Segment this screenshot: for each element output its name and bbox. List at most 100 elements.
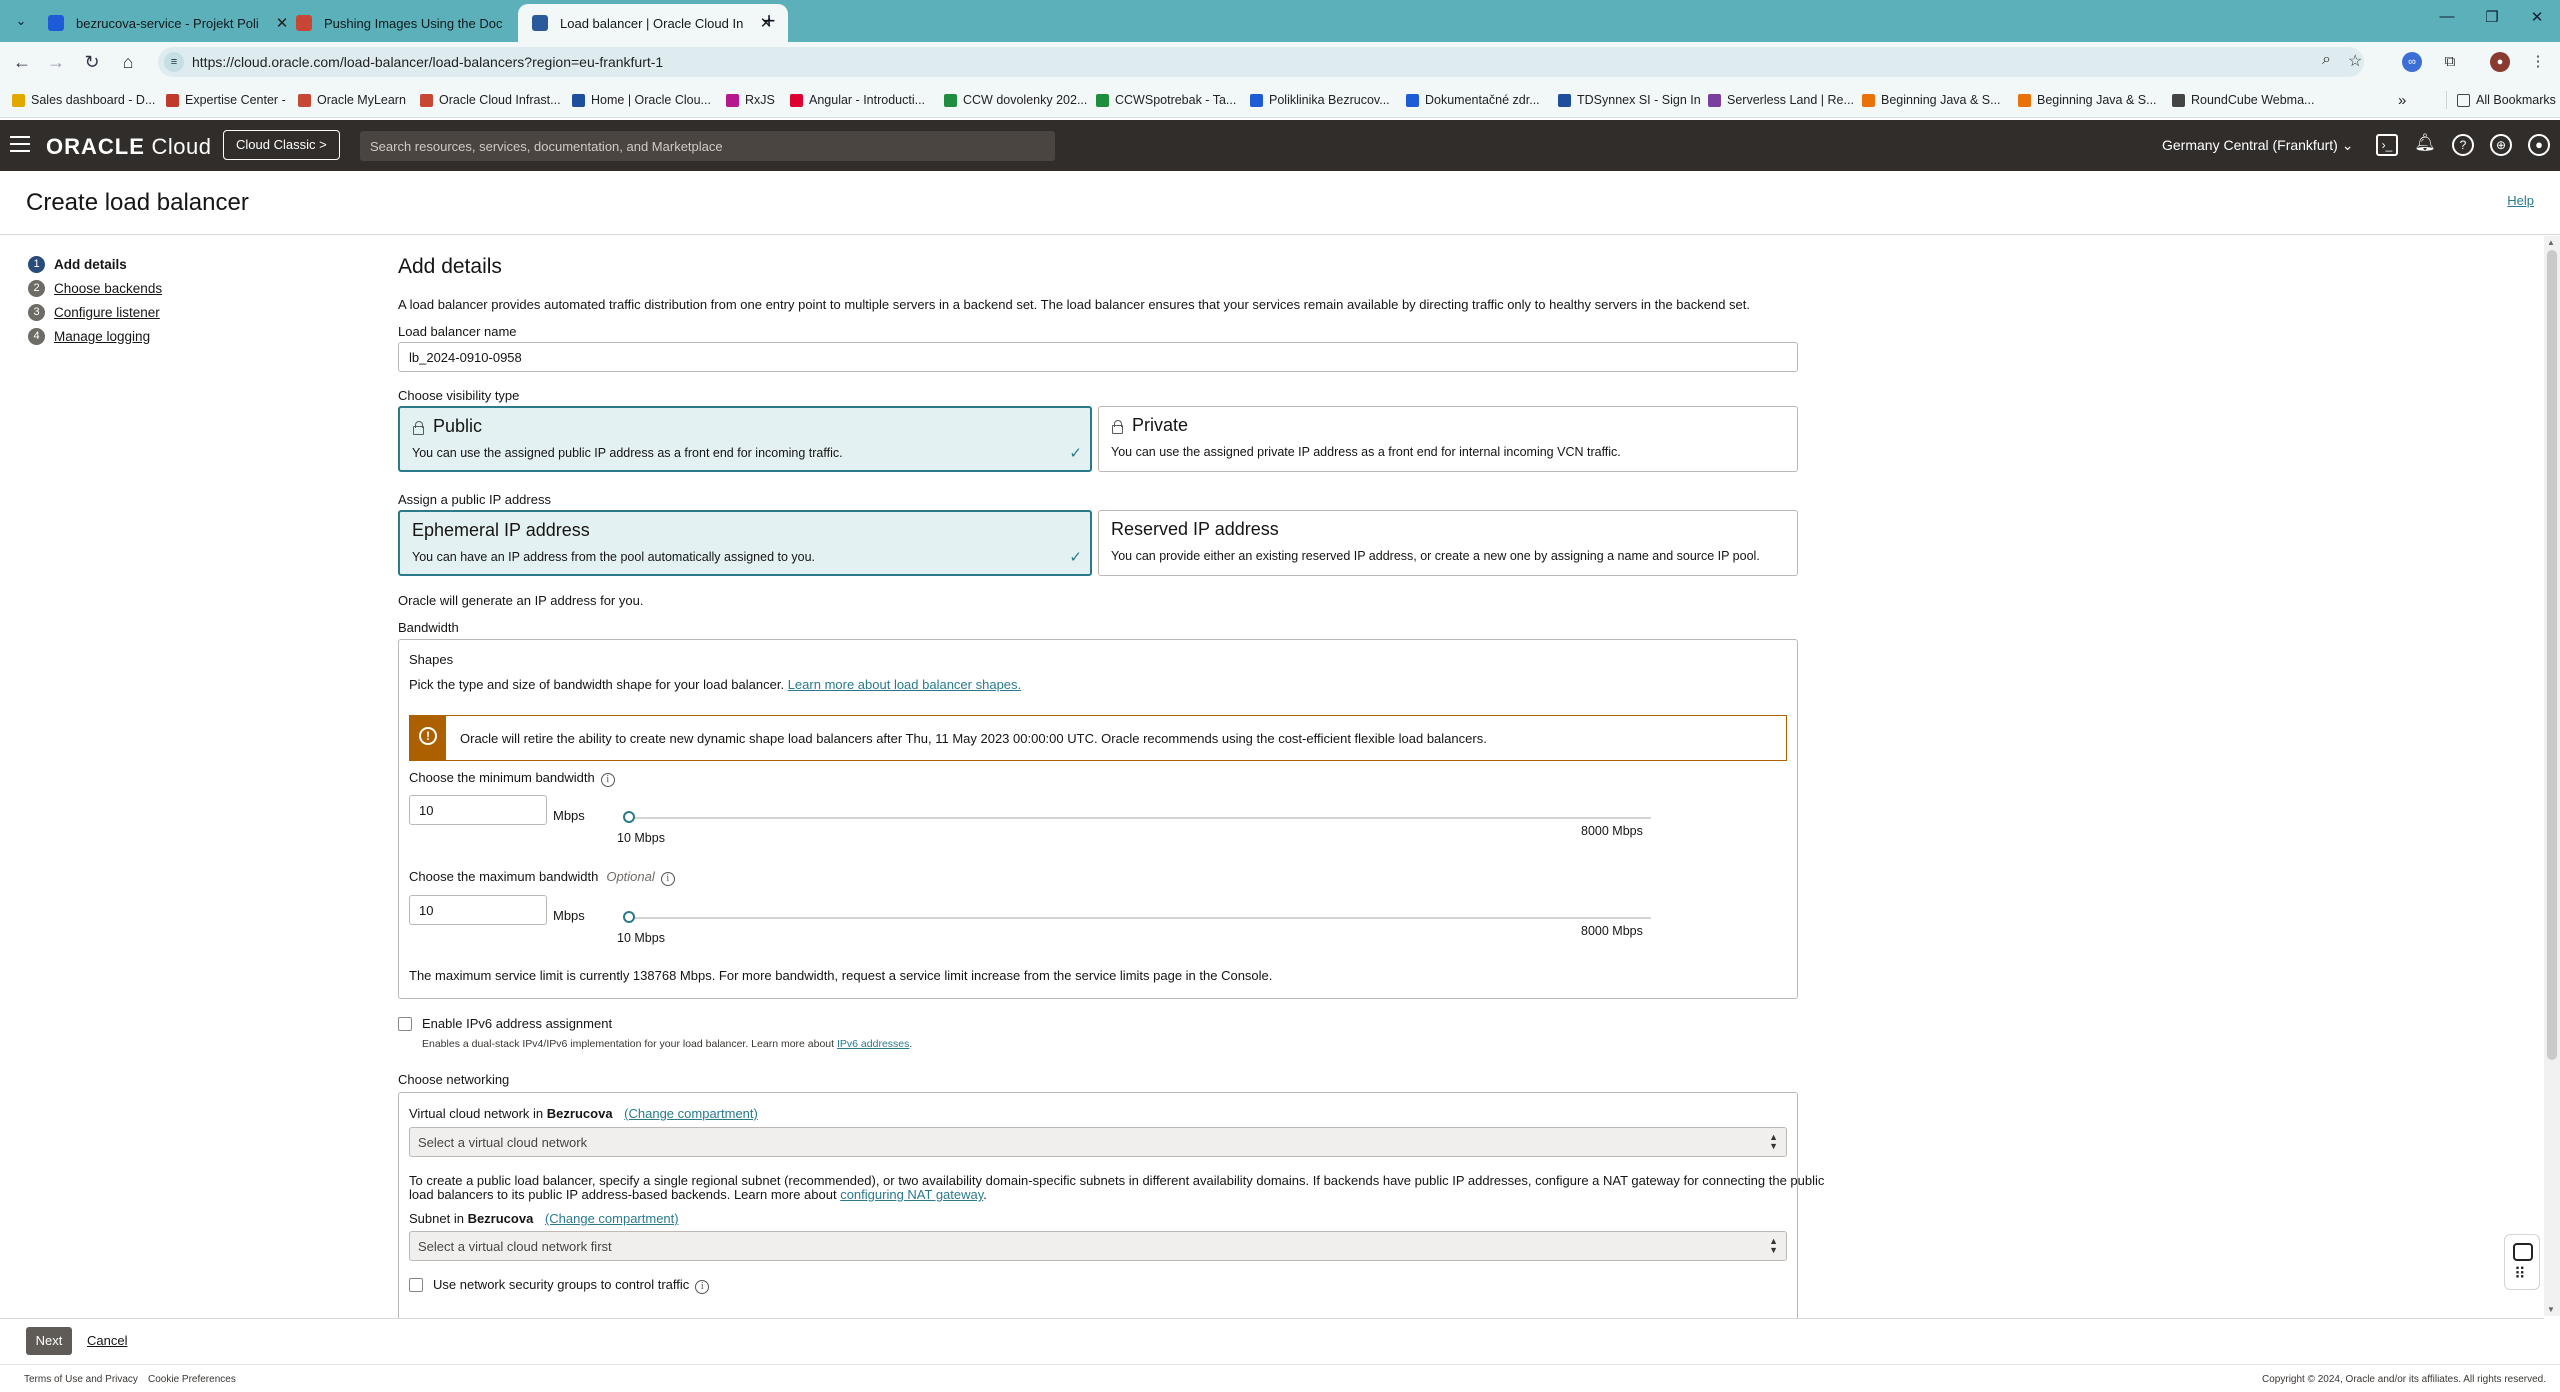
max-bandwidth-slider-track[interactable]	[627, 917, 1651, 919]
wizard-footer: Next Cancel	[0, 1318, 2544, 1364]
browser-tab[interactable]: Load balancer | Oracle Cloud In ✕	[518, 4, 788, 42]
bookmark-item[interactable]: Serverless Land | Re...	[1708, 91, 1854, 109]
tab-search-icon[interactable]: ⌄	[10, 10, 32, 32]
language-globe-icon[interactable]: ⊕	[2490, 134, 2512, 156]
extensions-puzzle-icon[interactable]: ⧉	[2440, 52, 2460, 72]
bookmark-item[interactable]: CCWSpotrebak - Ta...	[1096, 91, 1236, 109]
min-bandwidth-input[interactable]: 10	[409, 795, 547, 825]
more-bookmarks-icon[interactable]: »	[2398, 91, 2406, 109]
bookmark-item[interactable]: Beginning Java & S...	[2018, 91, 2157, 109]
min-bandwidth-slider-track[interactable]	[627, 817, 1651, 819]
browser-menu-icon[interactable]: ⋮	[2528, 52, 2548, 72]
site-info-icon[interactable]: ≡	[164, 52, 184, 72]
subnet-select[interactable]: Select a virtual cloud network first ▲ ▼	[409, 1231, 1787, 1261]
user-profile-icon[interactable]: ●	[2528, 134, 2550, 156]
lock-open-icon	[412, 420, 424, 435]
forward-icon[interactable]: →	[44, 50, 68, 74]
wizard-step[interactable]: 3 Configure listener	[28, 300, 162, 324]
cloud-shell-icon[interactable]: ›_	[2376, 134, 2398, 156]
bookmark-label: CCWSpotrebak - Ta...	[1115, 93, 1237, 107]
bookmark-label: TDSynnex SI - Sign In	[1577, 93, 1701, 107]
subnet-change-compartment-link[interactable]: (Change compartment)	[545, 1211, 679, 1226]
lb-name-input[interactable]: lb_2024-0910-0958	[398, 342, 1798, 372]
info-icon[interactable]: i	[660, 872, 675, 886]
bookmark-item[interactable]: Poliklinika Bezrucov...	[1250, 91, 1390, 109]
bookmark-item[interactable]: Oracle MyLearn	[298, 91, 406, 109]
reserved-title: Reserved IP address	[1111, 519, 1279, 539]
bookmark-item[interactable]: Sales dashboard - D...	[12, 91, 155, 109]
nat-gateway-link[interactable]: configuring NAT gateway	[840, 1187, 983, 1202]
step-label[interactable]: Configure listener	[54, 305, 160, 320]
terms-link[interactable]: Terms of Use and Privacy	[24, 1374, 138, 1385]
reload-icon[interactable]: ↻	[80, 50, 104, 74]
vcn-select[interactable]: Select a virtual cloud network ▲ ▼	[409, 1127, 1787, 1157]
min-bandwidth-slider-handle[interactable]	[623, 811, 635, 823]
address-bar[interactable]: ≡ https://cloud.oracle.com/load-balancer…	[158, 47, 2364, 77]
ipv6-label[interactable]: Enable IPv6 address assignment	[422, 1016, 612, 1031]
close-window-icon[interactable]: ✕	[2522, 8, 2552, 26]
new-tab-button[interactable]: +	[756, 8, 782, 34]
back-icon[interactable]: ←	[10, 50, 34, 74]
reserved-desc: You can provide either an existing reser…	[1111, 549, 1760, 563]
ipv6-help: Enables a dual-stack IPv4/IPv6 implement…	[422, 1038, 913, 1050]
help-link[interactable]: Help	[2507, 193, 2534, 208]
bookmark-item[interactable]: Beginning Java & S...	[1862, 91, 2001, 109]
zoom-icon[interactable]: ⌕	[2322, 51, 2331, 69]
info-icon[interactable]: i	[695, 1280, 710, 1294]
hamburger-menu-icon[interactable]	[10, 136, 30, 154]
bookmark-item[interactable]: CCW dovolenky 202...	[944, 91, 1087, 109]
profile-avatar[interactable]: ●	[2490, 52, 2510, 72]
all-bookmarks[interactable]: All Bookmarks	[2446, 91, 2556, 109]
browser-tab[interactable]: Pushing Images Using the Doc✕	[282, 4, 552, 42]
home-icon[interactable]: ⌂	[116, 50, 140, 74]
max-unit: Mbps	[553, 908, 585, 923]
page-scrollbar[interactable]: ▲ ▼	[2544, 236, 2560, 1316]
nsg-label[interactable]: Use network security groups to control t…	[433, 1277, 710, 1294]
reserved-ip-card[interactable]: Reserved IP address You can provide eith…	[1098, 510, 1798, 576]
step-label[interactable]: Manage logging	[54, 329, 150, 344]
url-text[interactable]: https://cloud.oracle.com/load-balancer/l…	[192, 54, 663, 70]
help-question-icon[interactable]: ?	[2452, 134, 2474, 156]
max-bandwidth-input[interactable]: 10	[409, 895, 547, 925]
wizard-step[interactable]: 4 Manage logging	[28, 324, 162, 348]
bookmark-item[interactable]: Dokumentačné zdr...	[1406, 91, 1540, 109]
bookmark-item[interactable]: RoundCube Webma...	[2172, 91, 2314, 109]
bookmark-star-icon[interactable]: ☆	[2348, 51, 2362, 71]
bookmark-item[interactable]: Expertise Center -	[166, 91, 286, 109]
ephemeral-ip-card[interactable]: Ephemeral IP address You can have an IP …	[398, 510, 1092, 576]
restore-icon[interactable]: ❐	[2477, 8, 2507, 26]
nsg-checkbox[interactable]	[409, 1278, 423, 1292]
step-label[interactable]: Choose backends	[54, 281, 162, 296]
ipv6-addresses-link[interactable]: IPv6 addresses	[837, 1038, 909, 1050]
notifications-bell-icon[interactable]: 🔔︎	[2414, 134, 2436, 156]
wizard-step[interactable]: 1 Add details	[28, 252, 162, 276]
vcn-change-compartment-link[interactable]: (Change compartment)	[624, 1106, 758, 1121]
bookmark-item[interactable]: TDSynnex SI - Sign In	[1558, 91, 1701, 109]
bookmark-item[interactable]: RxJS	[726, 91, 775, 109]
section-heading: Add details	[398, 255, 502, 278]
shapes-learn-more-link[interactable]: Learn more about load balancer shapes.	[788, 677, 1021, 692]
bookmark-item[interactable]: Angular - Introducti...	[790, 91, 925, 109]
wizard-step[interactable]: 2 Choose backends	[28, 276, 162, 300]
console-footer: Terms of Use and Privacy Cookie Preferen…	[0, 1364, 2560, 1392]
info-icon[interactable]: i	[600, 773, 615, 787]
cloud-classic-button[interactable]: Cloud Classic >	[223, 130, 340, 160]
cancel-link[interactable]: Cancel	[87, 1333, 127, 1348]
ipv6-checkbox[interactable]	[398, 1017, 412, 1031]
bookmark-item[interactable]: Home | Oracle Clou...	[572, 91, 711, 109]
scrollbar-thumb[interactable]	[2547, 250, 2557, 1060]
chat-support-button[interactable]: ⠿	[2504, 1234, 2540, 1290]
visibility-public-card[interactable]: Public You can use the assigned public I…	[398, 406, 1092, 472]
browser-tab[interactable]: bezrucova-service - Projekt Poli ✕	[34, 4, 304, 42]
minimize-icon[interactable]: —	[2432, 8, 2462, 25]
region-selector[interactable]: Germany Central (Frankfurt) ⌄	[2162, 137, 2353, 154]
max-bandwidth-slider-handle[interactable]	[623, 911, 635, 923]
oracle-cloud-logo[interactable]: ORACLE Cloud	[46, 134, 211, 160]
extension-icon[interactable]: ∞	[2402, 52, 2422, 72]
step-label[interactable]: Add details	[54, 257, 127, 272]
next-button[interactable]: Next	[26, 1327, 72, 1355]
bookmark-item[interactable]: Oracle Cloud Infrast...	[420, 91, 561, 109]
cookie-preferences-link[interactable]: Cookie Preferences	[148, 1374, 236, 1385]
visibility-private-card[interactable]: Private You can use the assigned private…	[1098, 406, 1798, 472]
console-search-input[interactable]: Search resources, services, documentatio…	[360, 131, 1055, 161]
